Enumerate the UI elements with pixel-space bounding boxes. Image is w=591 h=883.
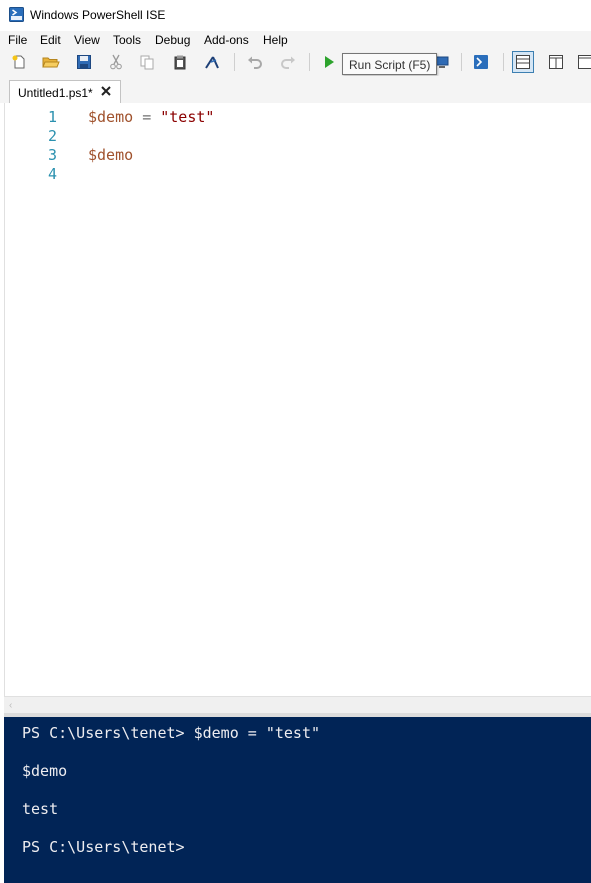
menu-debug[interactable]: Debug xyxy=(155,33,190,47)
show-script-pane-right-icon[interactable] xyxy=(545,51,567,73)
toolbar-separator xyxy=(503,53,504,71)
menu-view[interactable]: View xyxy=(74,33,100,47)
console-line: test xyxy=(22,800,59,818)
console-line: $demo xyxy=(22,762,68,780)
script-tab-strip: Untitled1.ps1* xyxy=(0,76,591,103)
clear-console-icon[interactable] xyxy=(201,51,223,73)
code-line[interactable]: 1 $demo = "test" xyxy=(5,108,585,127)
code-operator: = xyxy=(142,108,152,126)
open-icon[interactable] xyxy=(40,51,62,73)
code-line[interactable]: 4 xyxy=(5,165,585,184)
title-bar: Windows PowerShell ISE xyxy=(0,0,591,31)
code-variable: $demo xyxy=(88,146,134,164)
toolbar xyxy=(0,49,591,76)
console-line: PS C:\Users\tenet> $demo = "test" xyxy=(22,724,321,742)
run-script-icon[interactable] xyxy=(318,51,340,73)
menu-file[interactable]: File xyxy=(8,33,27,47)
toolbar-separator xyxy=(234,53,235,71)
cut-icon[interactable] xyxy=(105,51,127,73)
line-number: 1 xyxy=(47,108,57,126)
code-line[interactable]: 3 $demo xyxy=(5,146,585,165)
line-number: 3 xyxy=(47,146,57,164)
line-number: 4 xyxy=(47,165,57,183)
tab-label: Untitled1.ps1* xyxy=(18,86,93,100)
tab-untitled1[interactable]: Untitled1.ps1* xyxy=(9,80,121,103)
save-icon[interactable] xyxy=(73,51,95,73)
editor-horizontal-scrollbar[interactable]: ‹ xyxy=(4,696,591,713)
code-string: "test" xyxy=(160,108,215,126)
code-line[interactable]: 2 xyxy=(5,127,585,146)
copy-icon[interactable] xyxy=(136,51,158,73)
powershell-console-icon[interactable] xyxy=(470,51,492,73)
line-number: 2 xyxy=(47,127,57,145)
console-pane[interactable]: PS C:\Users\tenet> $demo = "test" $demo … xyxy=(4,717,591,883)
powershell-ise-app-icon xyxy=(9,7,24,22)
show-script-pane-maximized-icon[interactable] xyxy=(575,51,591,73)
code-variable: $demo xyxy=(88,108,134,126)
run-script-tooltip: Run Script (F5) xyxy=(342,53,438,75)
script-editor[interactable]: 1 $demo = "test" 2 3 $demo 4 xyxy=(4,103,591,696)
window-title: Windows PowerShell ISE xyxy=(30,8,166,22)
redo-icon[interactable] xyxy=(277,51,299,73)
scroll-left-icon[interactable]: ‹ xyxy=(9,700,12,711)
console-prompt[interactable]: PS C:\Users\tenet> xyxy=(22,838,185,856)
toolbar-separator xyxy=(309,53,310,71)
undo-icon[interactable] xyxy=(244,51,266,73)
toolbar-separator xyxy=(461,53,462,71)
menu-bar: File Edit View Tools Debug Add-ons Help xyxy=(0,31,591,49)
show-script-pane-top-icon[interactable] xyxy=(512,51,534,73)
new-icon[interactable] xyxy=(8,51,30,73)
paste-icon[interactable] xyxy=(169,51,191,73)
menu-add-ons[interactable]: Add-ons xyxy=(204,33,249,47)
close-icon[interactable] xyxy=(99,84,113,98)
menu-edit[interactable]: Edit xyxy=(40,33,61,47)
menu-tools[interactable]: Tools xyxy=(113,33,141,47)
menu-help[interactable]: Help xyxy=(263,33,288,47)
